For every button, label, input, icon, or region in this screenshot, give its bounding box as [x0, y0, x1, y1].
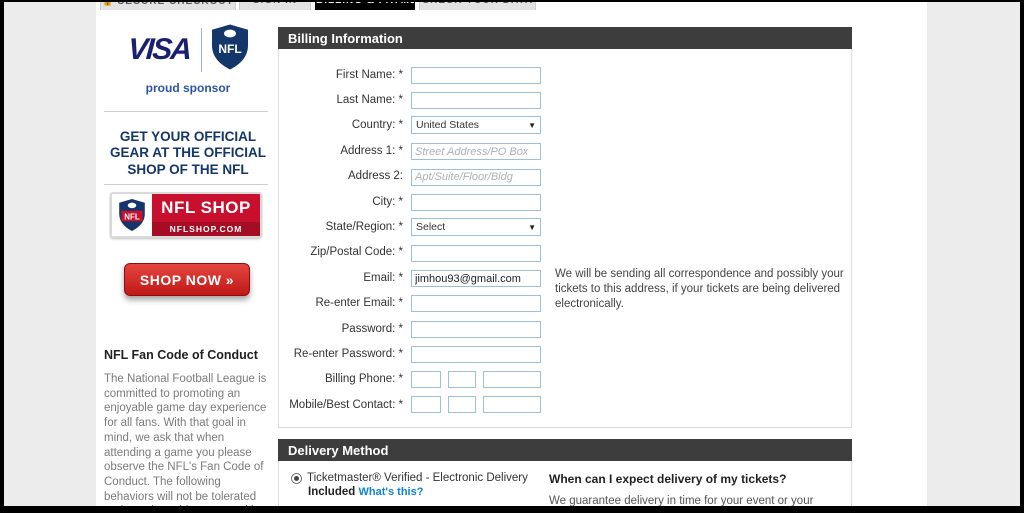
password-label: Password: * [341, 322, 403, 335]
form-row-first-name: First Name: * [279, 62, 851, 87]
delivery-header: Delivery Method [278, 439, 852, 461]
delivery-title: Delivery Method [288, 442, 389, 458]
billing-section: Billing Information First Name: * Last Na… [278, 27, 852, 506]
last-name-input[interactable] [411, 92, 541, 110]
billing-phone-part-3-input[interactable] [483, 370, 541, 388]
svg-text:NFL: NFL [124, 212, 140, 221]
mobile-best-contact-part-2-input[interactable] [448, 396, 476, 414]
billing-title: Billing Information [288, 30, 403, 46]
re-enter-email-input[interactable] [411, 295, 541, 313]
sidebar: VISA NFL proud sponsor GET YOUR OFFICIAL… [102, 2, 274, 506]
form-row-country: Country: * United States ▼ [279, 113, 851, 138]
email-label: Email: * [363, 271, 403, 284]
form-row-zip-postal-code: Zip/Postal Code: * [279, 240, 851, 265]
visa-nfl-sponsor-block: VISA NFL proud sponsor [102, 24, 274, 95]
whats-this-link[interactable]: What's this? [358, 486, 423, 498]
state-region-selected-value: Select [416, 221, 446, 234]
fan-code-title: NFL Fan Code of Conduct [104, 348, 258, 362]
form-row-city: City: * [279, 189, 851, 214]
nfl-shop-shield-icon: NFL [112, 194, 152, 236]
shop-now-button[interactable]: SHOP NOW » [124, 263, 250, 296]
delivery-option-label: Ticketmaster® Verified - Electronic Deli… [307, 472, 528, 484]
first-name-input[interactable] [411, 66, 541, 84]
country-label: Country: * [351, 119, 403, 132]
address-1-label: Address 1: * [340, 144, 403, 157]
delivery-faq-text: We guarantee delivery in time for your e… [549, 495, 814, 507]
re-enter-password-label: Re-enter Password: * [293, 347, 403, 360]
delivery-option-radio[interactable] [291, 473, 302, 484]
form-row-re-enter-password: Re-enter Password: * [279, 341, 851, 366]
mobile-best-contact-label: Mobile/Best Contact: * [289, 398, 403, 411]
address-1-input[interactable] [411, 143, 541, 161]
delivery-section: Delivery Method Ticketmaster® Verified -… [278, 439, 852, 507]
nfl-shield-icon: NFL [211, 24, 248, 75]
last-name-label: Last Name: * [336, 94, 403, 107]
form-row-address-1: Address 1: * [279, 138, 851, 163]
svg-text:NFL: NFL [218, 42, 241, 56]
state-region-label: State/Region: * [325, 221, 403, 234]
country-selected-value: United States [416, 119, 480, 132]
tab-check-your-data[interactable]: CHECK YOUR DATA [419, 2, 536, 10]
form-row-mobile-best-contact: Mobile/Best Contact: * [279, 392, 851, 417]
tab-billing-payment[interactable]: BILLING & PAYMENT [315, 2, 415, 10]
billing-phone-part-2-input[interactable] [448, 370, 476, 388]
billing-phone-part-1-input[interactable] [411, 370, 441, 388]
city-label: City: * [372, 195, 403, 208]
form-row-state-region: State/Region: * Select ▼ [279, 214, 851, 239]
address-2-input[interactable] [411, 168, 541, 186]
sidebar-divider [104, 184, 268, 185]
form-row-password: Password: * [279, 316, 851, 341]
re-enter-email-label: Re-enter Email: * [315, 297, 403, 310]
nfl-shop-banner[interactable]: NFL NFL SHOP NFLSHOP.COM [110, 192, 262, 238]
billing-form: First Name: * Last Name: * Country: * Unite… [278, 49, 852, 428]
mobile-best-contact-part-1-input[interactable] [411, 396, 441, 414]
chevron-down-icon: ▼ [528, 222, 536, 232]
billing-phone-label: Billing Phone: * [325, 373, 403, 386]
page-content: 🔒SECURE CHECKOUTSIGN INBILLING & PAYMENT… [96, 2, 927, 506]
logo-divider [200, 27, 202, 72]
email-input[interactable] [411, 270, 541, 288]
nfl-shop-banner-title: NFL SHOP [161, 198, 251, 217]
nfl-shop-banner-url: NFLSHOP.COM [152, 222, 260, 236]
fan-code-text: The National Football League is committe… [104, 373, 267, 513]
form-row-address-2: Address 2: [279, 164, 851, 189]
email-note: We will be sending all correspondence an… [555, 268, 844, 310]
delivery-faq-title: When can I expect delivery of my tickets… [549, 472, 787, 486]
zip-postal-code-input[interactable] [411, 244, 541, 262]
chevron-down-icon: ▼ [528, 120, 536, 130]
first-name-label: First Name: * [335, 68, 403, 81]
city-input[interactable] [411, 193, 541, 211]
delivery-body: Ticketmaster® Verified - Electronic Deli… [278, 461, 852, 507]
form-row-last-name: Last Name: * [279, 87, 851, 112]
password-input[interactable] [411, 320, 541, 338]
zip-postal-code-label: Zip/Postal Code: * [310, 246, 403, 259]
re-enter-password-input[interactable] [411, 346, 541, 364]
visa-logo: VISA [127, 32, 192, 66]
checkout-screen: 🔒SECURE CHECKOUTSIGN INBILLING & PAYMENT… [0, 0, 1024, 513]
state-region-select[interactable]: Select ▼ [411, 218, 541, 237]
billing-header: Billing Information [278, 27, 852, 49]
sidebar-divider [104, 111, 268, 112]
form-row-billing-phone: Billing Phone: * [279, 367, 851, 392]
nfl-shop-promo-text: GET YOUR OFFICIAL GEAR AT THE OFFICIAL S… [110, 129, 266, 177]
address-2-label: Address 2: [348, 170, 403, 183]
country-select[interactable]: United States ▼ [411, 116, 541, 135]
mobile-best-contact-part-3-input[interactable] [483, 396, 541, 414]
delivery-included-label: Included [308, 486, 356, 498]
proud-sponsor-label: proud sponsor [145, 81, 231, 95]
